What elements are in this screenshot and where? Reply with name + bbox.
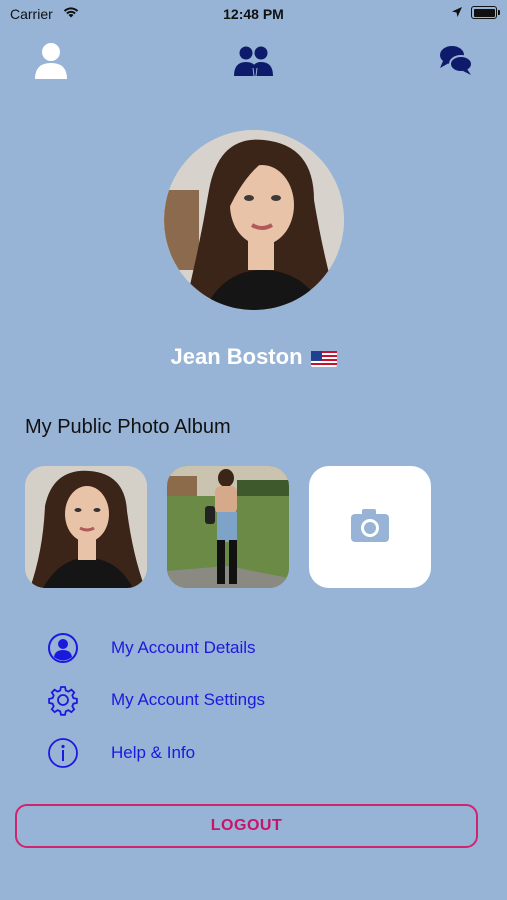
status-time: 12:48 PM — [223, 6, 284, 22]
location-arrow-icon — [452, 7, 462, 17]
status-bar: Carrier 12:48 PM — [0, 0, 507, 28]
menu-item-label: My Account Settings — [111, 690, 266, 709]
friends-icon[interactable] — [233, 40, 273, 80]
camera-icon — [351, 509, 389, 542]
battery-icon — [471, 6, 500, 19]
profile-name-text: Jean Boston — [170, 344, 303, 369]
album-photo-2[interactable] — [167, 466, 289, 588]
profile-icon[interactable] — [31, 40, 71, 80]
album-title: My Public Photo Album — [25, 416, 231, 438]
menu-item-label: My Account Details — [111, 638, 256, 657]
portrait-photo — [25, 466, 147, 588]
us-flag-icon — [310, 349, 337, 367]
user-circle-icon — [48, 633, 78, 663]
full-body-photo — [167, 466, 289, 588]
album-photo-1[interactable] — [25, 466, 147, 588]
info-circle-icon — [48, 738, 78, 768]
add-photo-button[interactable] — [309, 466, 431, 588]
chat-icon[interactable] — [436, 40, 476, 80]
gear-icon — [48, 686, 78, 716]
menu-item-label: Help & Info — [111, 743, 196, 762]
avatar[interactable] — [164, 130, 344, 310]
avatar-photo — [164, 130, 344, 310]
profile-name: Jean Boston — [0, 344, 507, 370]
menu-item-account-settings[interactable]: My Account Settings — [47, 682, 447, 718]
logout-button[interactable]: LOGOUT — [15, 804, 478, 848]
menu-item-help-info[interactable]: Help & Info — [47, 735, 447, 771]
menu-item-account-details[interactable]: My Account Details — [47, 630, 447, 666]
